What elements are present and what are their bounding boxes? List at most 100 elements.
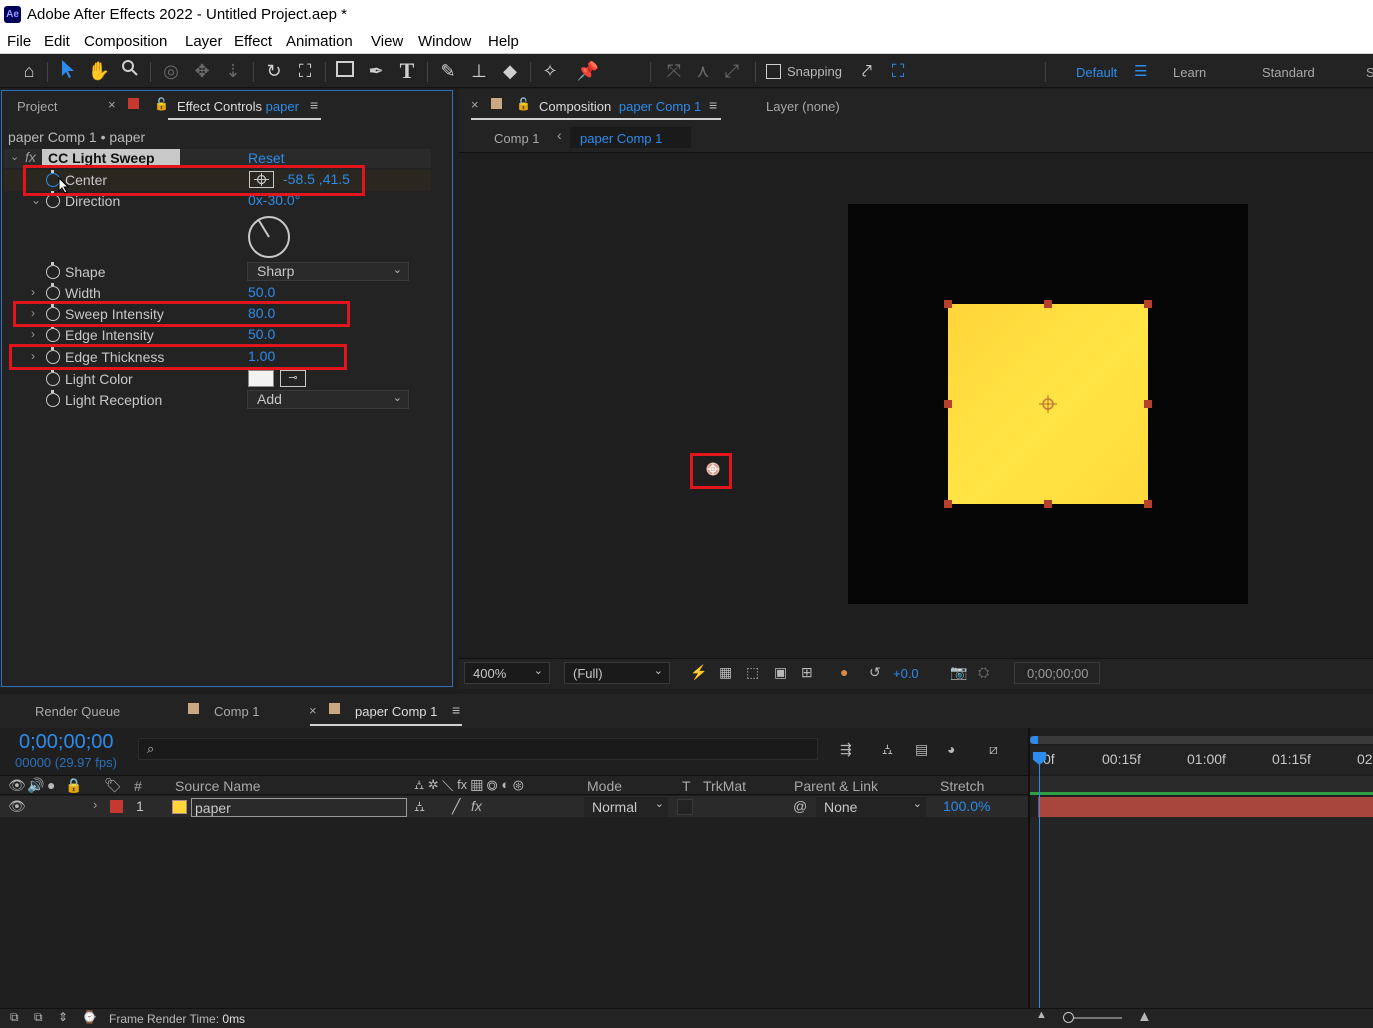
menu-help[interactable]: Help	[488, 33, 519, 50]
direction-dial[interactable]	[246, 214, 292, 260]
label-icon[interactable]: 🏷	[104, 777, 122, 794]
current-time-indicator[interactable]	[1039, 752, 1040, 1008]
guides-icon[interactable]: ⊞	[801, 664, 813, 681]
layer-label-color[interactable]	[110, 800, 123, 813]
column-parent-link[interactable]: Parent & Link	[794, 778, 878, 794]
fx-icon[interactable]: fx	[25, 149, 36, 165]
column-mode[interactable]: Mode	[587, 778, 622, 794]
tab-layer[interactable]: Layer (none)	[766, 99, 840, 114]
layer-handle[interactable]	[1044, 300, 1052, 308]
panel-menu-icon[interactable]: ≡	[452, 702, 460, 718]
zoom-tool-icon[interactable]	[118, 59, 142, 83]
chevron-left-icon[interactable]: ‹	[557, 127, 562, 143]
clone-stamp-icon[interactable]: ⊥	[467, 59, 491, 83]
close-tab-icon[interactable]: ×	[309, 703, 317, 718]
close-tab-icon[interactable]: ×	[108, 97, 116, 112]
audio-icon[interactable]: 🔊	[27, 777, 44, 794]
show-snapshot-icon[interactable]: ⛭	[978, 664, 989, 681]
zoom-in-icon[interactable]: ▲	[1137, 1008, 1152, 1025]
reset-exposure-icon[interactable]: ↺	[869, 664, 881, 681]
close-tab-icon[interactable]: ×	[471, 97, 479, 112]
stopwatch-icon[interactable]	[46, 325, 60, 342]
axis-local-icon[interactable]: ⤧	[662, 59, 686, 83]
transfer-controls-icon[interactable]: ⧉	[34, 1010, 43, 1025]
layer-handle[interactable]	[1144, 400, 1152, 408]
graph-editor-icon[interactable]: ⧄	[989, 741, 998, 758]
preserve-transparency-checkbox[interactable]	[677, 799, 693, 815]
type-tool-icon[interactable]: T	[395, 59, 419, 83]
transparency-grid-icon[interactable]: ▦	[719, 664, 732, 681]
chevron-right-icon[interactable]: ›	[31, 285, 35, 299]
viewer-timecode[interactable]: 0;00;00;00	[1014, 662, 1100, 684]
stopwatch-icon[interactable]	[46, 390, 60, 407]
hand-tool-icon[interactable]: ✋	[87, 59, 111, 83]
color-channels-icon[interactable]: ●	[840, 664, 848, 680]
rotation-tool-icon[interactable]: ↻	[262, 59, 286, 83]
shy-switch-icon[interactable]: ⛼	[414, 798, 425, 817]
snapping-checkbox[interactable]	[766, 64, 781, 79]
menu-effect[interactable]: Effect	[234, 33, 272, 50]
comp-nav-comp1[interactable]: Comp 1	[494, 131, 540, 146]
property-edge-intensity[interactable]: › Edge Intensity 50.0	[4, 325, 431, 346]
resolution-dropdown[interactable]: (Full) ⌄	[564, 662, 670, 684]
lock-column-icon[interactable]: 🔒	[65, 777, 82, 794]
tab-composition[interactable]: Composition paper Comp 1	[539, 99, 701, 114]
comp-nav-active[interactable]: paper Comp 1	[570, 127, 691, 148]
tab-effect-controls[interactable]: Effect Controls paper	[177, 99, 299, 114]
tab-project[interactable]: Project	[17, 99, 57, 114]
region-of-interest-icon[interactable]: ▣	[774, 664, 787, 681]
timeline-search-input[interactable]: ⌕	[138, 738, 818, 760]
tab-render-queue[interactable]: Render Queue	[35, 704, 120, 719]
fast-previews-icon[interactable]: ⚡	[690, 664, 707, 681]
parent-dropdown[interactable]: None ⌄	[816, 797, 926, 817]
exposure-value[interactable]: +0.0	[893, 666, 919, 681]
effect-center-point-icon[interactable]	[705, 461, 721, 477]
panel-menu-icon[interactable]: ≡	[709, 97, 717, 113]
lock-icon[interactable]: 🔓	[154, 97, 169, 111]
eraser-tool-icon[interactable]: ◆	[498, 59, 522, 83]
chevron-right-icon[interactable]: ›	[31, 327, 35, 341]
workspace-learn[interactable]: Learn	[1173, 65, 1206, 80]
property-value[interactable]: 50.0	[248, 284, 275, 300]
frame-blending-icon[interactable]: ▤	[915, 741, 928, 758]
eye-icon[interactable]: 👁	[8, 777, 26, 794]
light-color-swatch[interactable]	[248, 370, 274, 387]
work-area-start[interactable]	[1030, 736, 1038, 744]
column-stretch[interactable]: Stretch	[940, 778, 984, 794]
menu-view[interactable]: View	[371, 33, 403, 50]
zoom-out-icon[interactable]: ▲	[1036, 1009, 1047, 1021]
layer-handle[interactable]	[1144, 500, 1152, 508]
render-time-icon[interactable]: ⌚	[82, 1010, 97, 1024]
snap-features-icon[interactable]: ⛶	[886, 59, 910, 83]
workspace-menu-icon[interactable]: ☰	[1134, 62, 1147, 80]
workspace-default[interactable]: Default	[1076, 65, 1117, 80]
blend-mode-dropdown[interactable]: Normal ⌄	[584, 797, 668, 817]
stopwatch-icon[interactable]	[46, 369, 60, 386]
property-shape[interactable]: Shape Sharp ⌄	[4, 262, 431, 283]
tab-comp1[interactable]: Comp 1	[214, 704, 260, 719]
mask-visibility-icon[interactable]: ⬚	[746, 664, 759, 681]
shape-dropdown[interactable]: Sharp ⌄	[247, 262, 409, 281]
layer-switches-icon[interactable]: ⧉	[10, 1010, 19, 1025]
stopwatch-icon[interactable]	[46, 191, 60, 208]
column-trkmat[interactable]: TrkMat	[703, 778, 746, 794]
roto-brush-icon[interactable]: ✧	[538, 59, 562, 83]
layer-name-field[interactable]: paper	[191, 798, 407, 817]
stopwatch-icon[interactable]	[46, 262, 60, 279]
column-source-name[interactable]: Source Name	[175, 778, 261, 794]
layer-handle[interactable]	[944, 500, 952, 508]
light-reception-dropdown[interactable]: Add ⌄	[247, 390, 409, 409]
menu-window[interactable]: Window	[418, 33, 471, 50]
brush-tool-icon[interactable]: ✎	[436, 59, 460, 83]
motion-blur-icon[interactable]: ◕	[947, 741, 955, 757]
menu-edit[interactable]: Edit	[44, 33, 70, 50]
workspace-more[interactable]: S	[1366, 65, 1373, 80]
property-value[interactable]: 50.0	[248, 326, 275, 342]
stretch-value[interactable]: 100.0%	[943, 798, 990, 814]
layer-handle[interactable]	[1044, 500, 1052, 508]
dolly-camera-icon[interactable]: ⇣	[221, 59, 245, 83]
pen-tool-icon[interactable]: ✒	[364, 59, 388, 83]
selection-tool-icon[interactable]	[56, 59, 80, 83]
layer-duration-bar[interactable]	[1038, 797, 1373, 817]
timeline-timecode[interactable]: 0;00;00;00	[19, 731, 114, 754]
